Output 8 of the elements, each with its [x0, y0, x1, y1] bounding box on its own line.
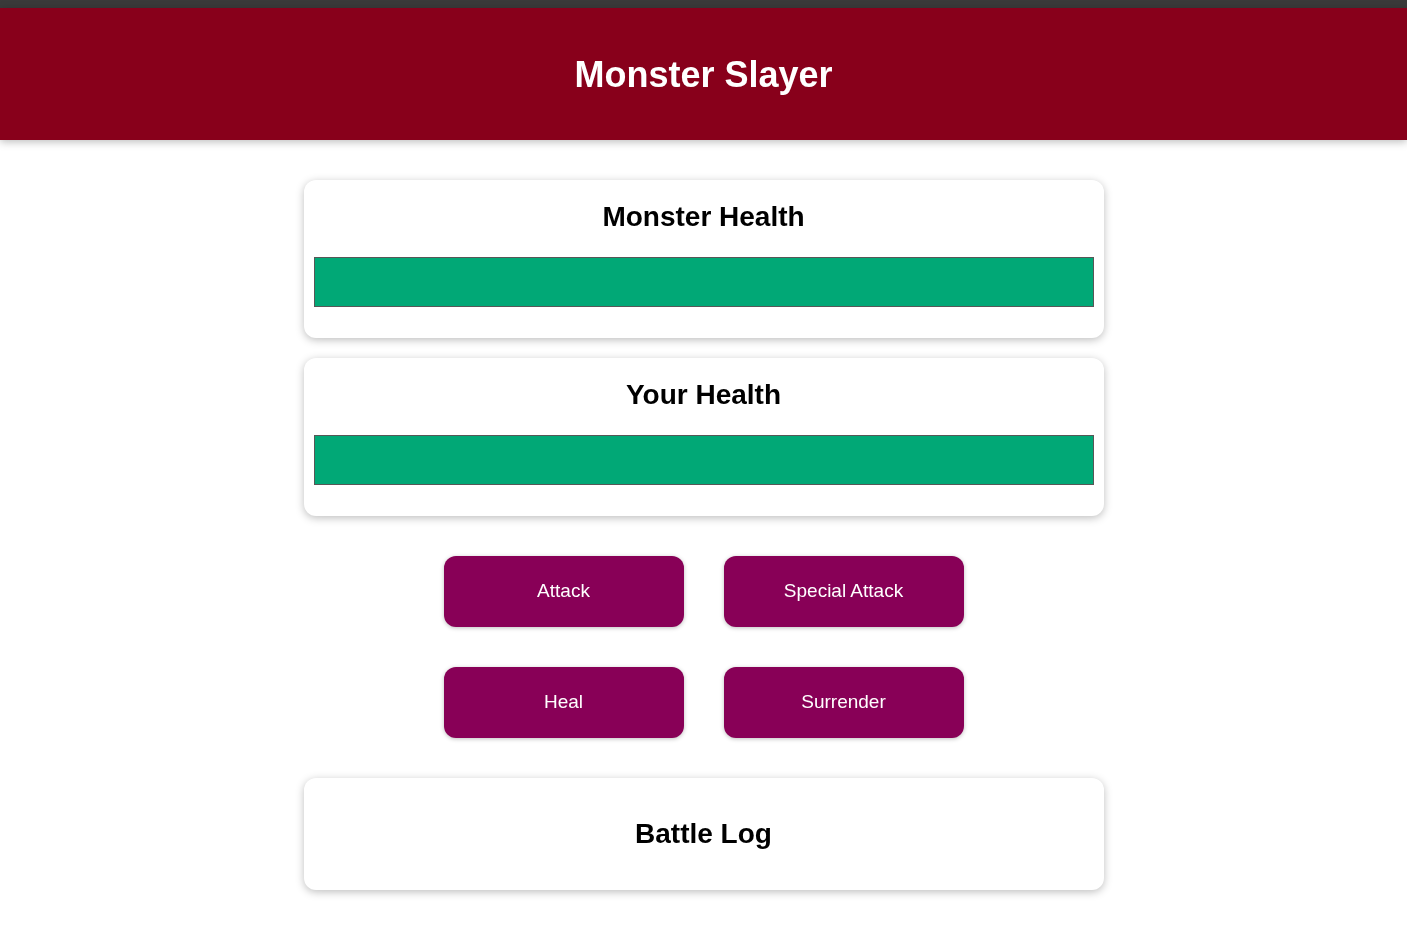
action-button[interactable]: Attack — [443, 556, 684, 627]
action-button[interactable]: Heal — [443, 667, 684, 738]
action-button[interactable]: Special Attack — [723, 556, 964, 627]
health-title: Monster Health — [602, 200, 805, 234]
action-button[interactable]: Surrender — [723, 667, 964, 738]
health-title: Your Health — [625, 378, 782, 412]
battle-log-title: Battle Log — [635, 817, 772, 851]
page-title: Monster Slayer — [574, 52, 833, 97]
